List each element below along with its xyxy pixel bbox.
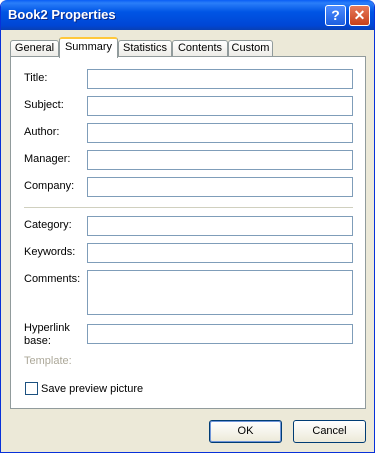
tab-custom[interactable]: Custom — [228, 40, 273, 57]
ok-button[interactable]: OK — [209, 420, 282, 443]
hyperlink-label-line1: Hyperlink — [24, 322, 70, 334]
hyperlink-base-field[interactable] — [87, 324, 353, 344]
company-field[interactable] — [87, 177, 353, 197]
title-label: Title: — [24, 72, 48, 84]
summary-panel: Title: Subject: Author: Manager: Company… — [10, 56, 366, 409]
company-label: Company: — [24, 180, 75, 192]
author-label: Author: — [24, 126, 60, 138]
section-divider — [24, 207, 353, 208]
template-label: Template: — [24, 355, 72, 367]
window-title: Book2 Properties — [8, 7, 116, 22]
author-field[interactable] — [87, 123, 353, 143]
category-label: Category: — [24, 219, 72, 231]
title-bar[interactable]: Book2 Properties ? ✕ — [1, 0, 374, 30]
title-field[interactable] — [87, 69, 353, 89]
help-icon: ? — [331, 7, 340, 23]
close-button[interactable]: ✕ — [349, 5, 370, 26]
close-icon: ✕ — [353, 7, 366, 23]
save-preview-label[interactable]: Save preview picture — [41, 383, 143, 395]
tab-contents[interactable]: Contents — [172, 40, 228, 57]
save-preview-checkbox[interactable] — [25, 382, 38, 395]
tab-statistics[interactable]: Statistics — [118, 40, 172, 57]
subject-label: Subject: — [24, 99, 64, 111]
tab-general[interactable]: General — [10, 40, 59, 57]
tab-summary[interactable]: Summary — [59, 37, 118, 58]
cancel-button[interactable]: Cancel — [293, 420, 366, 443]
manager-label: Manager: — [24, 153, 71, 165]
hyperlink-label-line2: base: — [24, 335, 51, 347]
comments-field[interactable] — [87, 270, 353, 315]
help-button[interactable]: ? — [325, 5, 346, 26]
category-field[interactable] — [87, 216, 353, 236]
subject-field[interactable] — [87, 96, 353, 116]
manager-field[interactable] — [87, 150, 353, 170]
keywords-label: Keywords: — [24, 246, 76, 258]
keywords-field[interactable] — [87, 243, 353, 263]
properties-dialog: Book2 Properties ? ✕ General Summary Sta… — [0, 0, 375, 453]
comments-label: Comments: — [24, 273, 81, 285]
